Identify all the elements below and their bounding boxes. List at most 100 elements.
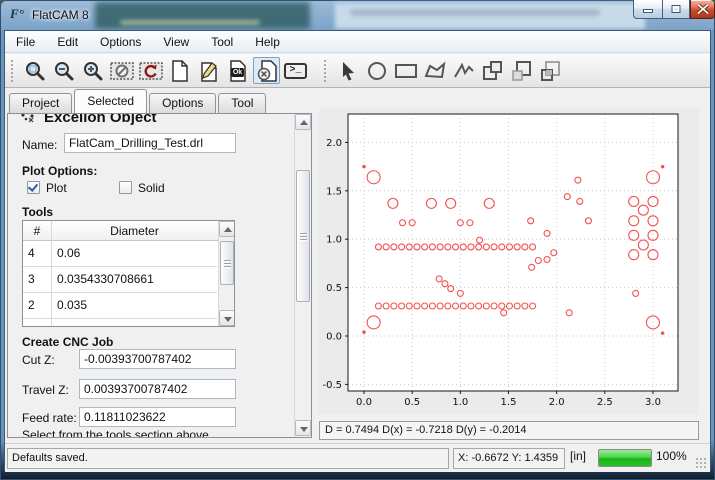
- progress-fill: [599, 450, 651, 466]
- object-header: Excellon Object: [18, 113, 157, 128]
- cutz-label: Cut Z:: [22, 353, 55, 367]
- union-button[interactable]: [479, 57, 506, 84]
- clear-plot-button[interactable]: [108, 57, 135, 84]
- zoom-out-button[interactable]: [50, 57, 77, 84]
- svg-text:2.5: 2.5: [597, 397, 613, 408]
- solid-checkbox[interactable]: [119, 181, 132, 194]
- zoom-fit-icon: [24, 60, 46, 82]
- zoom-in-button[interactable]: [79, 57, 106, 84]
- save-project-button[interactable]: Ok: [224, 57, 251, 84]
- tool-number: 3: [23, 267, 51, 293]
- glass-streak: [350, 9, 600, 16]
- close-icon: [697, 4, 708, 14]
- glass-reflection-light: [335, 3, 645, 29]
- toolbar-grip[interactable]: [11, 60, 16, 82]
- menu-tool[interactable]: Tool: [200, 31, 244, 53]
- menu-edit[interactable]: Edit: [46, 31, 89, 53]
- replot-button[interactable]: [137, 57, 164, 84]
- col-diameter[interactable]: Diameter: [52, 221, 217, 241]
- select-tool-button[interactable]: [334, 57, 361, 84]
- arrow-up-icon: [300, 120, 308, 125]
- col-number[interactable]: #: [23, 221, 51, 241]
- tool-diameter: 0.035: [52, 293, 216, 319]
- progress-bar: [598, 449, 652, 467]
- union-icon: [482, 60, 504, 82]
- maximize-button[interactable]: [662, 0, 690, 19]
- path-icon: [452, 61, 476, 81]
- zoom-out-icon: [53, 60, 75, 82]
- draw-polygon-button[interactable]: [421, 57, 448, 84]
- shell-button[interactable]: >_: [282, 57, 309, 84]
- menu-file[interactable]: File: [5, 31, 46, 53]
- scrollbar-thumb[interactable]: [296, 170, 310, 302]
- scroll-up-button[interactable]: [219, 221, 235, 237]
- scroll-down-button[interactable]: [295, 420, 311, 436]
- subtract-button[interactable]: [508, 57, 535, 84]
- table-scrollbar[interactable]: [218, 221, 234, 326]
- menu-help[interactable]: Help: [244, 31, 291, 53]
- feedrate-input[interactable]: [79, 407, 236, 427]
- window-controls: [633, 0, 715, 19]
- tab-tool[interactable]: Tool: [218, 93, 266, 113]
- intersect-button[interactable]: [537, 57, 564, 84]
- tab-options[interactable]: Options: [149, 93, 216, 113]
- tools-label: Tools: [22, 205, 53, 219]
- svg-text:0.0: 0.0: [356, 397, 372, 408]
- svg-text:1.5: 1.5: [326, 186, 342, 197]
- draw-rectangle-button[interactable]: [392, 57, 419, 84]
- tool-number: 2: [23, 293, 51, 319]
- travelz-input[interactable]: [79, 379, 236, 399]
- close-button[interactable]: [690, 0, 715, 19]
- draw-circle-button[interactable]: [363, 57, 390, 84]
- svg-text:0.0: 0.0: [326, 332, 342, 343]
- scroll-up-button[interactable]: [295, 114, 311, 130]
- solid-checkbox-label: Solid: [138, 181, 165, 195]
- intersect-icon: [540, 60, 562, 82]
- table-row[interactable]: 2 0.035: [23, 293, 217, 319]
- minimize-button[interactable]: [633, 0, 662, 19]
- progress-percent: 100%: [656, 449, 687, 463]
- new-project-button[interactable]: [166, 57, 193, 84]
- clear-plot-icon: [110, 61, 134, 81]
- menu-bar: File Edit Options View Tool Help: [5, 31, 710, 53]
- cutz-input[interactable]: [79, 349, 236, 369]
- menu-options[interactable]: Options: [89, 31, 152, 53]
- svg-text:1.0: 1.0: [452, 397, 468, 408]
- svg-text:1.0: 1.0: [326, 235, 342, 246]
- maximize-icon: [671, 4, 682, 14]
- units-label: [in]: [570, 449, 586, 463]
- name-input[interactable]: [64, 133, 236, 153]
- arrow-down-icon: [300, 427, 308, 432]
- tab-project[interactable]: Project: [9, 93, 72, 113]
- measurement-info: D = 0.7494 D(x) = -0.7218 D(y) = -0.2014: [319, 421, 699, 440]
- tab-selected[interactable]: Selected: [74, 89, 147, 113]
- polygon-icon: [423, 61, 447, 81]
- delete-object-button[interactable]: [253, 57, 280, 84]
- titlebar[interactable]: F° FlatCAM 8: [0, 0, 715, 30]
- feedrate-label: Feed rate:: [22, 411, 77, 425]
- open-project-button[interactable]: [195, 57, 222, 84]
- subtract-icon: [511, 60, 533, 82]
- menu-view[interactable]: View: [152, 31, 200, 53]
- tab-bar: Project Selected Options Tool: [9, 89, 268, 113]
- excellon-drill-icon: [18, 113, 38, 128]
- plot-canvas[interactable]: 0.00.51.01.52.02.53.0-0.50.00.51.01.52.0: [319, 108, 699, 414]
- tools-hint: Select from the tools section above: [22, 428, 209, 438]
- svg-text:2.0: 2.0: [326, 138, 342, 149]
- table-row[interactable]: 3 0.0354330708661: [23, 267, 217, 293]
- draw-path-button[interactable]: [450, 57, 477, 84]
- toolbar-grip[interactable]: [324, 60, 329, 82]
- object-title: Excellon Object: [44, 113, 157, 126]
- resize-grip[interactable]: [695, 457, 707, 469]
- panel-scrollbar[interactable]: [294, 114, 311, 437]
- table-row[interactable]: 4 0.06: [23, 241, 217, 267]
- toolbar: Ok >_: [5, 54, 710, 88]
- zoom-fit-button[interactable]: [21, 57, 48, 84]
- scrollbar-thumb[interactable]: [220, 241, 234, 285]
- zoom-in-icon: [82, 60, 104, 82]
- scroll-down-button[interactable]: [219, 310, 235, 326]
- plot-checkbox[interactable]: [27, 181, 40, 194]
- glass-streak: [120, 20, 260, 25]
- svg-text:3.0: 3.0: [645, 397, 661, 408]
- tool-diameter: 0.06: [52, 241, 216, 267]
